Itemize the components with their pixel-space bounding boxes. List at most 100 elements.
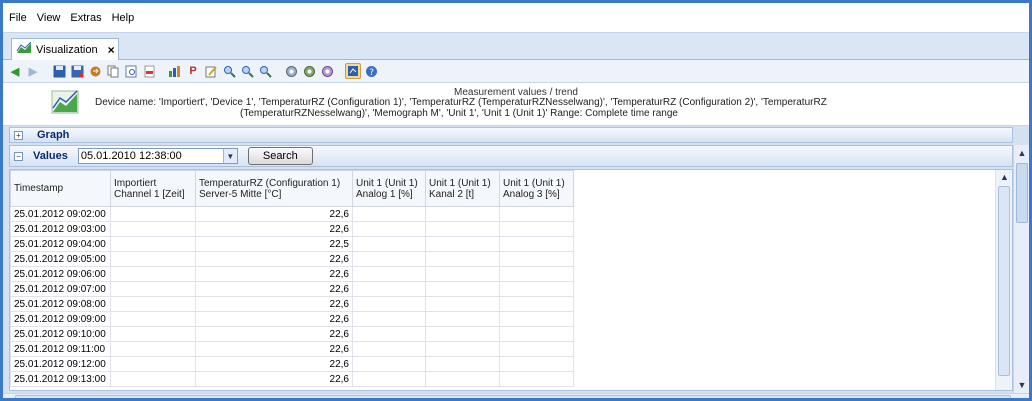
table-row[interactable]: 25.01.2012 09:05:00 22,6 — [10, 251, 574, 267]
value-cell[interactable] — [499, 326, 574, 342]
menu-view[interactable]: View — [37, 12, 61, 24]
window-vertical-scrollbar[interactable]: ▲ ▼ — [1013, 145, 1029, 393]
table-row[interactable]: 25.01.2012 09:12:00 22,6 — [10, 356, 574, 372]
table-row[interactable]: 25.01.2012 09:10:00 22,6 — [10, 326, 574, 342]
value-cell[interactable] — [352, 266, 426, 282]
horizontal-scrollbar[interactable] — [3, 393, 1029, 398]
value-cell[interactable] — [499, 356, 574, 372]
value-cell[interactable]: 22,6 — [195, 266, 353, 282]
value-cell[interactable] — [499, 236, 574, 252]
chart-settings-icon[interactable] — [167, 63, 183, 79]
scroll-up-icon[interactable]: ▲ — [1014, 145, 1029, 161]
column-header[interactable]: Timestamp — [10, 170, 111, 207]
value-cell[interactable] — [425, 266, 500, 282]
column-header[interactable]: Unit 1 (Unit 1) Analog 3 [%] — [499, 170, 574, 207]
value-cell[interactable]: 22,6 — [195, 206, 353, 222]
column-header[interactable]: TemperaturRZ (Configuration 1) Server-5 … — [195, 170, 353, 207]
value-cell[interactable] — [352, 371, 426, 387]
forward-arrow-icon[interactable]: ▶ — [25, 63, 41, 79]
value-cell[interactable] — [352, 311, 426, 327]
value-cell[interactable] — [110, 236, 196, 252]
value-cell[interactable]: 22,5 — [195, 236, 353, 252]
value-cell[interactable] — [352, 281, 426, 297]
search-button[interactable]: Search — [247, 147, 313, 165]
value-cell[interactable] — [352, 206, 426, 222]
scrollbar-thumb[interactable] — [15, 395, 1011, 398]
pin-icon[interactable]: P — [185, 63, 201, 79]
table-row[interactable]: 25.01.2012 09:13:00 22,6 — [10, 371, 574, 387]
value-cell[interactable]: 22,6 — [195, 311, 353, 327]
device-settings-icon[interactable] — [301, 63, 317, 79]
scrollbar-thumb[interactable] — [1016, 163, 1028, 223]
value-cell[interactable] — [352, 341, 426, 357]
value-cell[interactable] — [425, 356, 500, 372]
value-cell[interactable] — [499, 341, 574, 357]
value-cell[interactable] — [499, 221, 574, 237]
column-header[interactable]: Unit 1 (Unit 1) Kanal 2 [t] — [425, 170, 500, 207]
value-cell[interactable]: 22,6 — [195, 281, 353, 297]
back-arrow-icon[interactable]: ◀ — [7, 63, 23, 79]
value-cell[interactable] — [425, 311, 500, 327]
date-picker[interactable]: 05.01.2010 12:38:00 ▼ — [77, 148, 238, 164]
timestamp-cell[interactable]: 25.01.2012 09:08:00 — [10, 296, 111, 312]
zoom-out-icon[interactable] — [257, 63, 273, 79]
scroll-up-icon[interactable]: ▲ — [996, 170, 1012, 184]
timestamp-cell[interactable]: 25.01.2012 09:02:00 — [10, 206, 111, 222]
value-cell[interactable]: 22,6 — [195, 221, 353, 237]
timestamp-cell[interactable]: 25.01.2012 09:04:00 — [10, 236, 111, 252]
value-cell[interactable] — [425, 206, 500, 222]
timestamp-cell[interactable]: 25.01.2012 09:13:00 — [10, 371, 111, 387]
value-cell[interactable] — [352, 236, 426, 252]
export-icon[interactable] — [87, 63, 103, 79]
value-cell[interactable] — [425, 236, 500, 252]
value-cell[interactable] — [425, 296, 500, 312]
table-row[interactable]: 25.01.2012 09:09:00 22,6 — [10, 311, 574, 327]
table-row[interactable]: 25.01.2012 09:08:00 22,6 — [10, 296, 574, 312]
value-cell[interactable] — [499, 311, 574, 327]
timestamp-cell[interactable]: 25.01.2012 09:05:00 — [10, 251, 111, 267]
column-header[interactable]: Importiert Channel 1 [Zeit] — [110, 170, 196, 207]
pdf-icon[interactable] — [141, 63, 157, 79]
value-cell[interactable] — [425, 341, 500, 357]
value-cell[interactable] — [425, 371, 500, 387]
value-cell[interactable] — [352, 251, 426, 267]
value-cell[interactable] — [110, 206, 196, 222]
value-cell[interactable] — [110, 251, 196, 267]
save-icon[interactable] — [51, 63, 67, 79]
menu-file[interactable]: File — [9, 12, 27, 24]
table-row[interactable]: 25.01.2012 09:11:00 22,6 — [10, 341, 574, 357]
collapse-icon[interactable]: − — [14, 151, 23, 161]
settings-gear-icon[interactable] — [283, 63, 299, 79]
value-cell[interactable] — [110, 281, 196, 297]
value-cell[interactable]: 22,6 — [195, 356, 353, 372]
value-cell[interactable] — [425, 326, 500, 342]
value-cell[interactable] — [352, 326, 426, 342]
menu-extras[interactable]: Extras — [70, 12, 101, 24]
chevron-down-icon[interactable]: ▼ — [222, 149, 237, 163]
zoom-in-icon[interactable] — [239, 63, 255, 79]
value-cell[interactable] — [352, 356, 426, 372]
zoom-icon[interactable] — [221, 63, 237, 79]
value-cell[interactable] — [425, 251, 500, 267]
value-cell[interactable] — [499, 206, 574, 222]
help-icon[interactable]: ? — [363, 63, 379, 79]
value-cell[interactable] — [110, 311, 196, 327]
value-cell[interactable]: 22,6 — [195, 296, 353, 312]
print-preview-icon[interactable] — [123, 63, 139, 79]
value-cell[interactable] — [499, 281, 574, 297]
close-icon[interactable]: × — [108, 43, 115, 57]
timestamp-cell[interactable]: 25.01.2012 09:06:00 — [10, 266, 111, 282]
table-row[interactable]: 25.01.2012 09:03:00 22,6 — [10, 221, 574, 237]
table-row[interactable]: 25.01.2012 09:06:00 22,6 — [10, 266, 574, 282]
copy-icon[interactable] — [105, 63, 121, 79]
timestamp-cell[interactable]: 25.01.2012 09:07:00 — [10, 281, 111, 297]
column-header[interactable]: Unit 1 (Unit 1) Analog 1 [%] — [352, 170, 426, 207]
value-cell[interactable] — [499, 371, 574, 387]
value-cell[interactable] — [352, 221, 426, 237]
value-cell[interactable] — [425, 281, 500, 297]
timestamp-cell[interactable]: 25.01.2012 09:10:00 — [10, 326, 111, 342]
graph-section-header[interactable]: + Graph — [9, 127, 1013, 143]
value-cell[interactable] — [499, 251, 574, 267]
value-cell[interactable]: 22,6 — [195, 326, 353, 342]
expand-icon[interactable]: + — [14, 130, 23, 140]
